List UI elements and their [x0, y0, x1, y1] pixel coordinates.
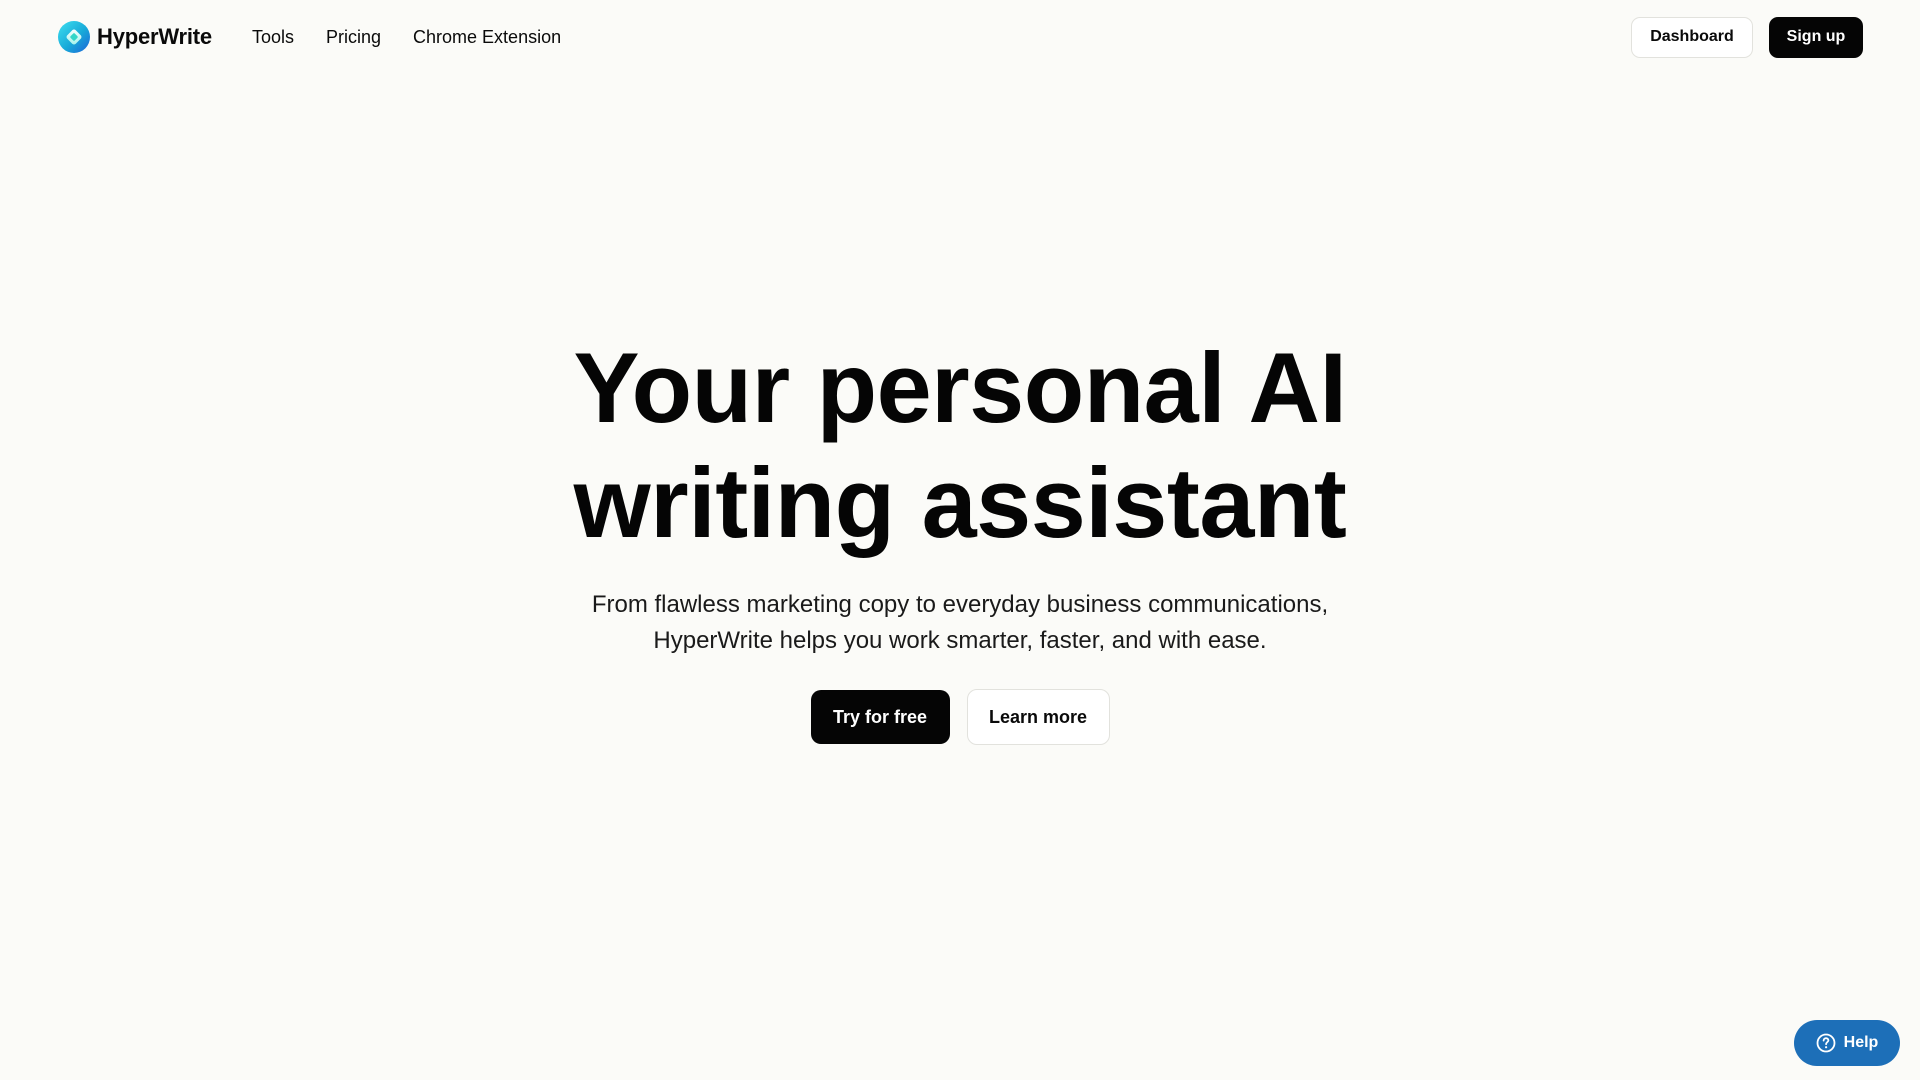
brand-name: HyperWrite [97, 24, 212, 49]
nav-link-chrome-extension[interactable]: Chrome Extension [413, 27, 561, 48]
help-label: Help [1843, 1034, 1879, 1051]
hero-title-line-1: Your personal AI [573, 332, 1347, 443]
top-navbar: HyperWrite Tools Pricing Chrome Extensio… [0, 0, 1920, 74]
question-circle-icon [1816, 1033, 1836, 1053]
main-nav: Tools Pricing Chrome Extension [252, 27, 593, 48]
signup-button[interactable]: Sign up [1769, 16, 1863, 58]
nav-link-tools[interactable]: Tools [252, 27, 294, 48]
nav-link-pricing[interactable]: Pricing [326, 27, 381, 48]
nav-right: Dashboard Sign up [1631, 16, 1863, 58]
help-widget-button[interactable]: Help [1794, 1020, 1900, 1066]
hero-title: Your personal AI writing assistant [573, 330, 1347, 560]
hyperwrite-logo-icon [58, 21, 90, 53]
hero-subtitle: From flawless marketing copy to everyday… [592, 587, 1328, 659]
hero-title-line-2: writing assistant [573, 447, 1347, 558]
try-for-free-button[interactable]: Try for free [810, 690, 950, 744]
learn-more-button[interactable]: Learn more [966, 689, 1110, 745]
hero-section: Your personal AI writing assistant From … [0, 330, 1920, 745]
page: HyperWrite Tools Pricing Chrome Extensio… [0, 0, 1920, 1080]
hero-subtitle-line-1: From flawless marketing copy to everyday… [591, 591, 1329, 618]
brand-home-link[interactable]: HyperWrite [57, 20, 212, 54]
hero-subtitle-line-2: HyperWrite helps you work smarter, faste… [653, 627, 1267, 654]
hero-actions: Try for free Learn more [810, 689, 1110, 745]
nav-left: HyperWrite Tools Pricing Chrome Extensio… [57, 0, 593, 74]
dashboard-button[interactable]: Dashboard [1631, 16, 1753, 58]
